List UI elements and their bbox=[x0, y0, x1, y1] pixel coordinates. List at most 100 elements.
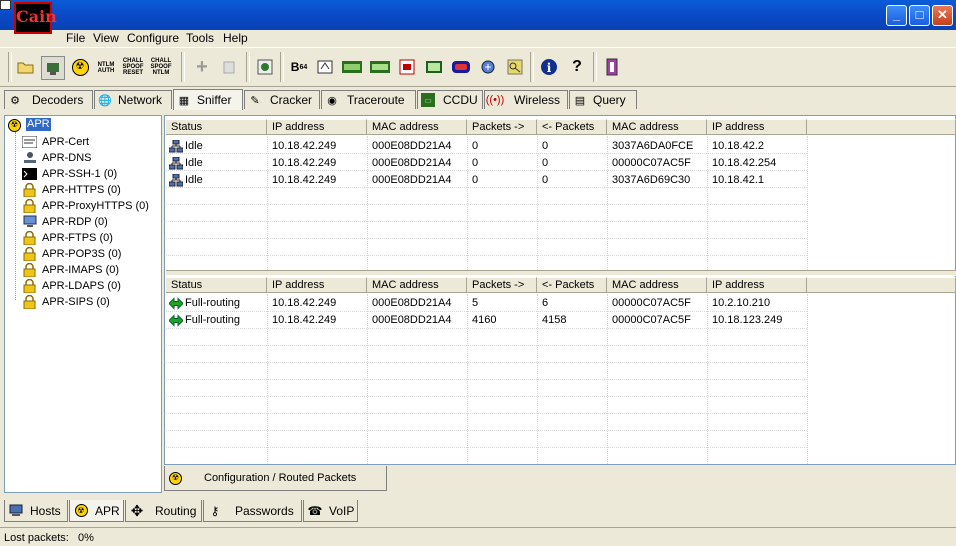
column-header-filler bbox=[807, 277, 956, 293]
base64-icon[interactable]: B 64 bbox=[288, 56, 310, 78]
network-idle-icon bbox=[169, 173, 185, 187]
radiation-icon: ☢ bbox=[169, 471, 182, 485]
chall-spoof-reset-icon[interactable]: CHALL SPOOF RESET bbox=[122, 56, 144, 78]
wireless-scan-icon[interactable] bbox=[477, 56, 499, 78]
tab-hosts[interactable]: Hosts bbox=[4, 500, 68, 522]
column-header-packets-out[interactable]: Packets -> bbox=[467, 119, 537, 135]
tab-network[interactable]: 🌐 Network bbox=[94, 90, 172, 109]
cracker-icon[interactable] bbox=[254, 56, 276, 78]
lock-icon bbox=[22, 198, 37, 213]
column-header-packets-in[interactable]: <- Packets bbox=[537, 277, 607, 293]
table-cell: 10.18.42.249 bbox=[272, 297, 337, 309]
tab-sniffer[interactable]: ▦ Sniffer bbox=[173, 89, 243, 110]
add-icon[interactable]: + bbox=[191, 56, 213, 78]
status-cell[interactable]: Full-routing bbox=[166, 312, 267, 329]
cisco-icon[interactable] bbox=[450, 56, 472, 78]
grid-row-line bbox=[166, 447, 807, 448]
tree-item-apr-ldaps[interactable]: APR-LDAPS (0) bbox=[22, 278, 121, 293]
tab-traceroute[interactable]: ◉ Traceroute bbox=[321, 90, 416, 109]
table-cell: 5 bbox=[472, 297, 479, 309]
grid-row-line bbox=[166, 430, 807, 431]
tree-item-apr-cert[interactable]: APR-Cert bbox=[22, 134, 89, 149]
menu-file[interactable]: File bbox=[66, 31, 85, 45]
column-header-status[interactable]: Status bbox=[166, 277, 267, 293]
column-header-ip[interactable]: IP address bbox=[267, 119, 367, 135]
about-icon[interactable]: i bbox=[538, 56, 560, 78]
menu-help[interactable]: Help bbox=[223, 31, 248, 45]
tree-item-apr-pop3s[interactable]: APR-POP3S (0) bbox=[22, 246, 121, 261]
menu-tools[interactable]: Tools bbox=[186, 31, 214, 45]
tab-query[interactable]: ▤ Query bbox=[569, 90, 637, 109]
maximize-button[interactable]: □ bbox=[909, 5, 930, 26]
tab-voip[interactable]: ☎ VoIP bbox=[303, 500, 358, 522]
lock-icon bbox=[22, 262, 37, 277]
column-header-packets-in[interactable]: <- Packets bbox=[537, 119, 607, 135]
chall-spoof-ntlm-icon[interactable]: CHALL SPOOF NTLM bbox=[150, 56, 172, 78]
column-header-mac-2[interactable]: MAC address bbox=[607, 119, 707, 135]
decoders-icon: ⚙ bbox=[10, 94, 20, 107]
remote-desktop-icon bbox=[22, 215, 37, 228]
lock-icon bbox=[22, 230, 37, 245]
lsa-secrets-icon[interactable] bbox=[341, 56, 363, 78]
menu-view[interactable]: View bbox=[93, 31, 119, 45]
certificate-icon bbox=[22, 135, 37, 148]
hash-calculator-icon[interactable] bbox=[314, 56, 336, 78]
system-menu-icon[interactable] bbox=[0, 0, 11, 10]
table-splitter[interactable] bbox=[166, 270, 956, 276]
column-header-mac-2[interactable]: MAC address bbox=[607, 277, 707, 293]
tree-item-apr-proxyhttps[interactable]: APR-ProxyHTTPS (0) bbox=[22, 198, 149, 213]
open-folder-icon[interactable] bbox=[15, 56, 37, 78]
key-icon[interactable] bbox=[504, 56, 526, 78]
start-sniffer-icon[interactable] bbox=[41, 56, 65, 80]
tab-apr[interactable]: ☢ APR bbox=[69, 500, 124, 522]
grid-column-line bbox=[607, 136, 608, 270]
status-cell[interactable]: Full-routing bbox=[166, 295, 267, 312]
help-icon[interactable]: ? bbox=[566, 56, 588, 78]
tab-ccdu[interactable]: ▭ CCDU bbox=[417, 90, 483, 109]
vpn-icon[interactable] bbox=[369, 56, 391, 78]
network-icon: 🌐 bbox=[98, 94, 112, 107]
terminal-icon[interactable] bbox=[423, 56, 445, 78]
tab-cracker[interactable]: ✎ Cracker bbox=[244, 90, 320, 109]
tree-item-apr-https[interactable]: APR-HTTPS (0) bbox=[22, 182, 121, 197]
radiation-icon: ☢ bbox=[73, 503, 89, 519]
column-header-packets-out[interactable]: Packets -> bbox=[467, 277, 537, 293]
grid-row-line bbox=[166, 204, 807, 205]
column-header-mac[interactable]: MAC address bbox=[367, 119, 467, 135]
tree-root-apr[interactable]: ☢ APR bbox=[8, 118, 51, 132]
tab-configuration-routed-packets[interactable]: ☢ Configuration / Routed Packets bbox=[164, 466, 387, 491]
close-button[interactable]: ✕ bbox=[932, 5, 953, 26]
query-icon: ▤ bbox=[574, 94, 586, 107]
ntlm-auth-icon[interactable]: NTLM AUTH bbox=[95, 57, 117, 79]
network-idle-icon bbox=[169, 156, 185, 170]
grid-column-line bbox=[367, 136, 368, 270]
toolbar-separator bbox=[246, 52, 250, 82]
exit-icon[interactable] bbox=[601, 56, 623, 78]
minimize-button[interactable]: _ bbox=[886, 5, 907, 26]
tab-routing[interactable]: ✥ Routing bbox=[125, 500, 202, 522]
tab-decoders[interactable]: ⚙ Decoders bbox=[4, 90, 93, 109]
tree-item-apr-imaps[interactable]: APR-IMAPS (0) bbox=[22, 262, 119, 277]
table-cell: 10.18.42.249 bbox=[272, 314, 337, 326]
toolbar-separator bbox=[181, 52, 185, 82]
tree-item-apr-sips[interactable]: APR-SIPS (0) bbox=[22, 294, 110, 309]
rdc-icon[interactable] bbox=[396, 56, 418, 78]
column-header-ip-2[interactable]: IP address bbox=[707, 119, 807, 135]
lock-icon bbox=[22, 246, 37, 261]
tree-item-apr-rdp[interactable]: APR-RDP (0) bbox=[22, 214, 108, 229]
start-apr-icon[interactable]: ☢ bbox=[69, 56, 91, 78]
column-header-status[interactable]: Status bbox=[166, 119, 267, 135]
tree-item-apr-ssh[interactable]: APR-SSH-1 (0) bbox=[22, 166, 117, 181]
column-header-mac[interactable]: MAC address bbox=[367, 277, 467, 293]
lock-icon bbox=[22, 294, 37, 309]
column-header-ip-2[interactable]: IP address bbox=[707, 277, 807, 293]
remove-icon[interactable] bbox=[218, 56, 240, 78]
column-header-ip[interactable]: IP address bbox=[267, 277, 367, 293]
menu-configure[interactable]: Configure bbox=[127, 31, 179, 45]
tree-item-apr-dns[interactable]: APR-DNS bbox=[22, 150, 92, 165]
lock-icon bbox=[22, 278, 37, 293]
tree-item-apr-ftps[interactable]: APR-FTPS (0) bbox=[22, 230, 113, 245]
tab-wireless[interactable]: ((•)) Wireless bbox=[484, 90, 568, 109]
tab-passwords[interactable]: ⚷ Passwords bbox=[203, 500, 302, 522]
column-header-filler bbox=[807, 119, 956, 135]
